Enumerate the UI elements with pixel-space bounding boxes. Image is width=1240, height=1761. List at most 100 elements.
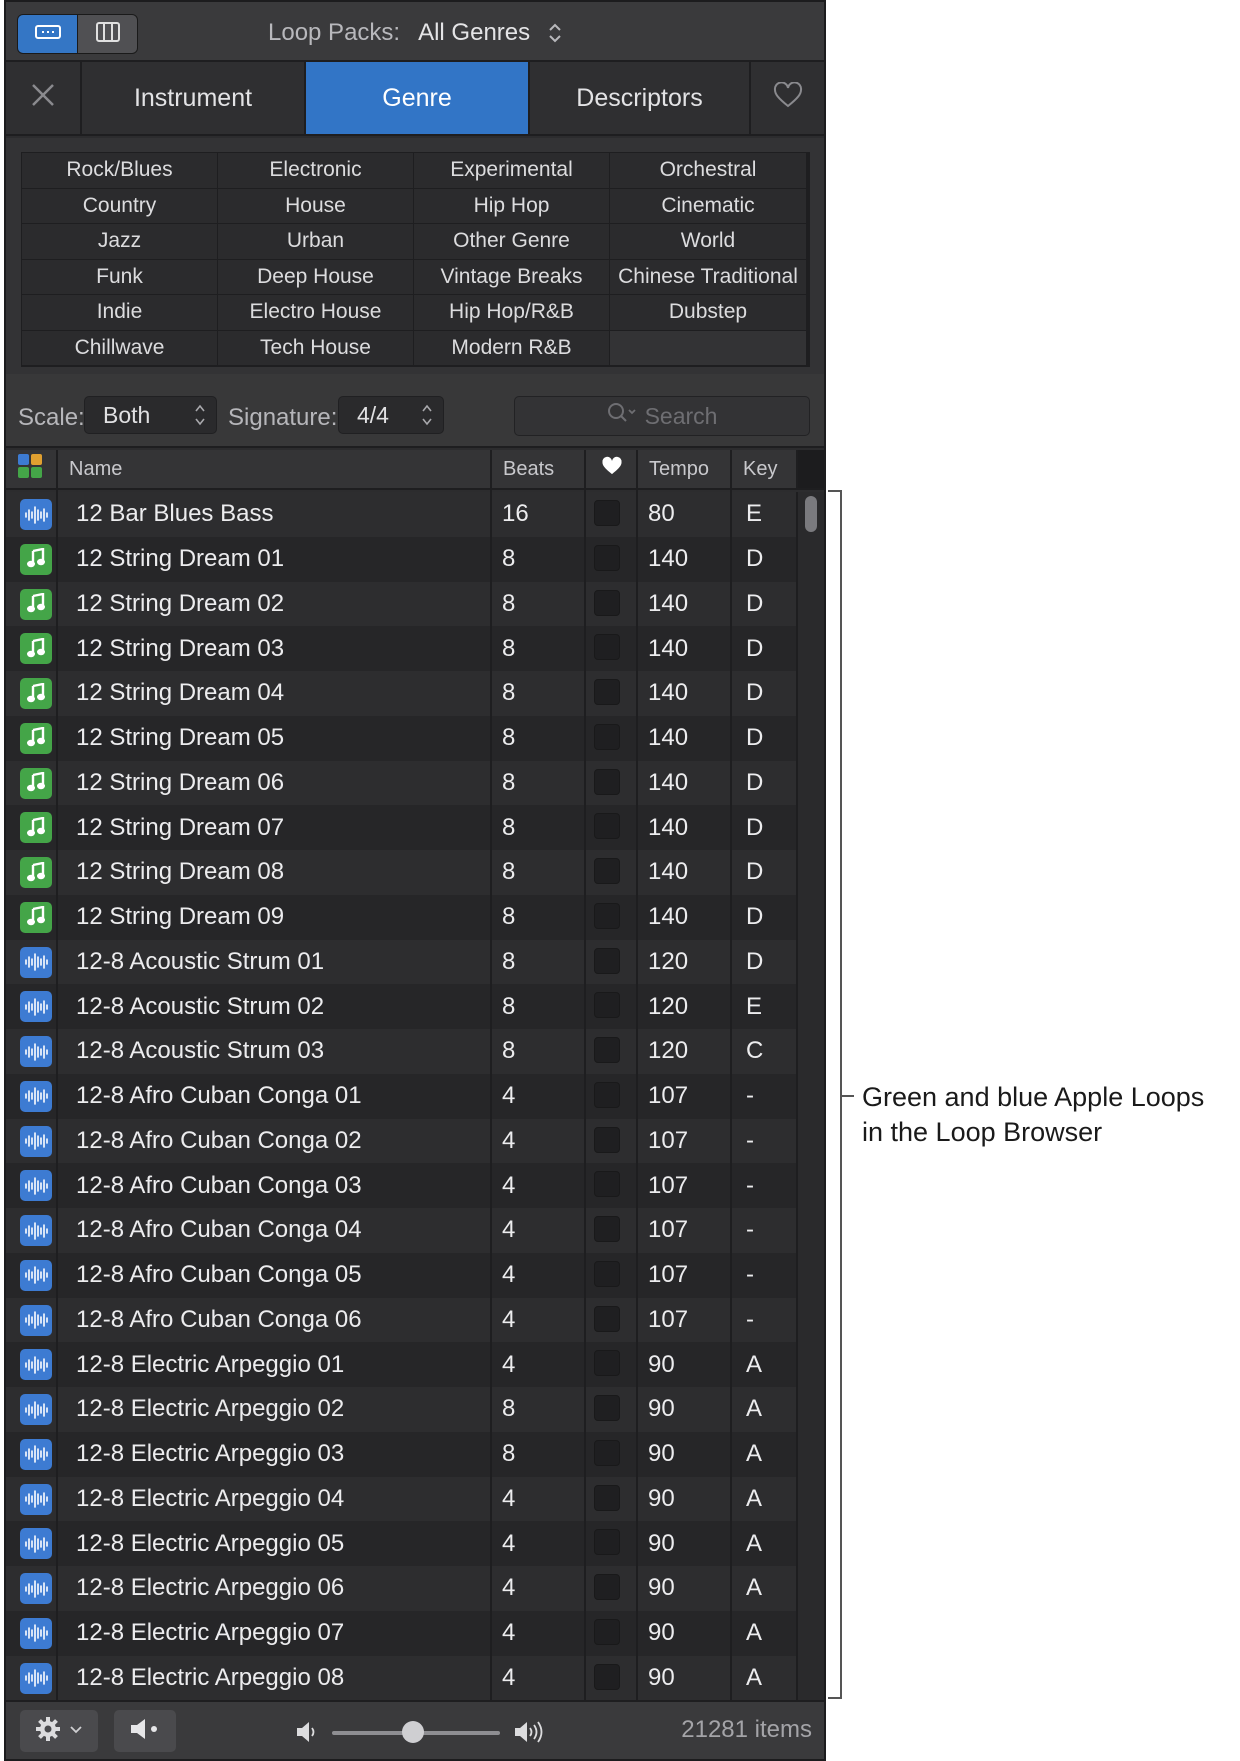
table-row[interactable]: 12-8 Electric Arpeggio 05 4 90 A (6, 1521, 796, 1566)
table-row[interactable]: 12 String Dream 09 8 140 D (6, 894, 796, 940)
table-row[interactable]: 12-8 Acoustic Strum 03 8 120 C (6, 1029, 796, 1074)
favorite-checkbox[interactable] (594, 768, 620, 795)
favorite-column-header[interactable] (584, 450, 638, 488)
table-row[interactable]: 12-8 Afro Cuban Conga 04 4 107 - (6, 1208, 796, 1253)
favorite-checkbox[interactable] (594, 1081, 620, 1108)
favorite-checkbox[interactable] (594, 858, 620, 884)
tempo-column-header[interactable]: Tempo (636, 450, 732, 488)
genre-keyword-button[interactable]: Deep House (218, 259, 414, 295)
genre-keyword-button[interactable]: Electro House (218, 295, 414, 331)
table-row[interactable]: 12 String Dream 08 8 140 D (6, 850, 796, 895)
beats-column-header[interactable]: Beats (490, 450, 586, 488)
favorite-checkbox[interactable] (594, 1350, 620, 1377)
genre-keyword-button[interactable]: Vintage Breaks (414, 259, 610, 295)
table-row[interactable]: 12-8 Electric Arpeggio 02 8 90 A (6, 1387, 796, 1432)
table-row[interactable]: 12-8 Acoustic Strum 01 8 120 D (6, 939, 796, 985)
favorite-checkbox[interactable] (594, 902, 620, 929)
table-row[interactable]: 12-8 Afro Cuban Conga 02 4 107 - (6, 1118, 796, 1164)
genre-keyword-button[interactable]: Hip Hop/R&B (414, 295, 610, 331)
genre-keyword-button[interactable]: Orchestral (610, 153, 807, 189)
tab-instrument[interactable]: Instrument (82, 62, 306, 134)
table-row[interactable]: 12-8 Electric Arpeggio 04 4 90 A (6, 1476, 796, 1522)
favorite-checkbox[interactable] (594, 813, 620, 840)
favorites-tab[interactable] (751, 62, 824, 134)
table-row[interactable]: 12 String Dream 03 8 140 D (6, 626, 796, 671)
genre-keyword-button[interactable]: World (610, 224, 807, 260)
genre-keyword-button[interactable]: Rock/Blues (22, 153, 218, 189)
table-row[interactable]: 12 Bar Blues Bass 16 80 E (6, 492, 796, 537)
table-row[interactable]: 12 String Dream 02 8 140 D (6, 581, 796, 627)
scrollbar-thumb[interactable] (805, 496, 817, 532)
action-menu-button[interactable] (20, 1710, 98, 1752)
favorite-checkbox[interactable] (594, 589, 620, 616)
genre-keyword-button[interactable]: Dubstep (610, 295, 807, 331)
search-input[interactable]: Search (514, 396, 810, 436)
favorite-checkbox[interactable] (594, 1305, 620, 1332)
genre-keyword-button[interactable]: Funk (22, 259, 218, 295)
favorite-checkbox[interactable] (594, 1574, 620, 1600)
genre-keyword-button[interactable]: Indie (22, 295, 218, 331)
favorite-checkbox[interactable] (594, 992, 620, 1019)
genre-keyword-button[interactable]: Chillwave (22, 330, 218, 366)
favorite-checkbox[interactable] (594, 500, 620, 526)
genre-keyword-button[interactable]: Other Genre (414, 224, 610, 260)
genre-keyword-button[interactable]: Tech House (218, 330, 414, 366)
genre-keyword-button[interactable]: House (218, 188, 414, 224)
favorite-checkbox[interactable] (594, 679, 620, 705)
favorite-checkbox[interactable] (594, 1037, 620, 1063)
table-row[interactable]: 12-8 Electric Arpeggio 03 8 90 A (6, 1431, 796, 1477)
loop-type-column-header[interactable] (6, 450, 56, 488)
loop-packs-selector[interactable]: Loop Packs: All Genres (268, 14, 562, 52)
table-row[interactable]: 12-8 Acoustic Strum 02 8 120 E (6, 984, 796, 1029)
favorite-checkbox[interactable] (594, 723, 620, 750)
favorite-checkbox[interactable] (594, 1663, 620, 1690)
table-row[interactable]: 12 String Dream 01 8 140 D (6, 536, 796, 582)
table-row[interactable]: 12-8 Electric Arpeggio 01 4 90 A (6, 1342, 796, 1387)
reset-filter-button[interactable] (6, 62, 82, 134)
favorite-checkbox[interactable] (594, 1395, 620, 1421)
table-row[interactable]: 12 String Dream 04 8 140 D (6, 671, 796, 716)
signature-popup[interactable]: 4/4 (338, 396, 444, 434)
favorite-checkbox[interactable] (594, 1439, 620, 1466)
tab-genre[interactable]: Genre (306, 62, 530, 134)
table-row[interactable]: 12-8 Electric Arpeggio 06 4 90 A (6, 1566, 796, 1611)
scale-popup[interactable]: Both (84, 396, 217, 434)
genre-keyword-button[interactable]: Urban (218, 224, 414, 260)
genre-keyword-button[interactable]: Hip Hop (414, 188, 610, 224)
favorite-checkbox[interactable] (594, 1618, 620, 1645)
table-row[interactable]: 12-8 Afro Cuban Conga 03 4 107 - (6, 1163, 796, 1208)
genre-keyword-button[interactable]: Jazz (22, 224, 218, 260)
genre-keyword-button[interactable]: Chinese Traditional (610, 259, 807, 295)
table-row[interactable]: 12-8 Afro Cuban Conga 06 4 107 - (6, 1297, 796, 1343)
table-row[interactable]: 12-8 Electric Arpeggio 07 4 90 A (6, 1610, 796, 1656)
genre-keyword-button[interactable]: Electronic (218, 153, 414, 189)
genre-keyword-button[interactable]: Country (22, 188, 218, 224)
loop-tempo: 90 (648, 1350, 675, 1378)
tab-descriptors[interactable]: Descriptors (530, 62, 751, 134)
favorite-checkbox[interactable] (594, 947, 620, 974)
genre-keyword-button[interactable]: Experimental (414, 153, 610, 189)
preview-speaker-button[interactable] (114, 1710, 176, 1752)
volume-slider-thumb[interactable] (402, 1721, 424, 1743)
table-row[interactable]: 12 String Dream 05 8 140 D (6, 715, 796, 761)
favorite-checkbox[interactable] (594, 544, 620, 571)
table-row[interactable]: 12-8 Electric Arpeggio 08 4 90 A (6, 1655, 796, 1700)
favorite-checkbox[interactable] (594, 634, 620, 661)
table-row[interactable]: 12 String Dream 06 8 140 D (6, 760, 796, 806)
favorite-checkbox[interactable] (594, 1216, 620, 1242)
table-row[interactable]: 12-8 Afro Cuban Conga 05 4 107 - (6, 1252, 796, 1298)
vertical-scrollbar[interactable] (796, 492, 824, 1700)
table-row[interactable]: 12-8 Afro Cuban Conga 01 4 107 - (6, 1073, 796, 1119)
favorite-checkbox[interactable] (594, 1126, 620, 1153)
name-column-header[interactable]: Name (56, 450, 492, 488)
genre-keyword-button[interactable]: Modern R&B (414, 330, 610, 366)
favorite-checkbox[interactable] (594, 1260, 620, 1287)
list-view-button[interactable] (18, 15, 77, 53)
favorite-checkbox[interactable] (594, 1484, 620, 1511)
table-row[interactable]: 12 String Dream 07 8 140 D (6, 805, 796, 850)
favorite-checkbox[interactable] (594, 1529, 620, 1556)
genre-keyword-button[interactable]: Cinematic (610, 188, 807, 224)
column-view-button[interactable] (77, 15, 137, 53)
favorite-checkbox[interactable] (594, 1171, 620, 1198)
key-column-header[interactable]: Key (730, 450, 798, 488)
